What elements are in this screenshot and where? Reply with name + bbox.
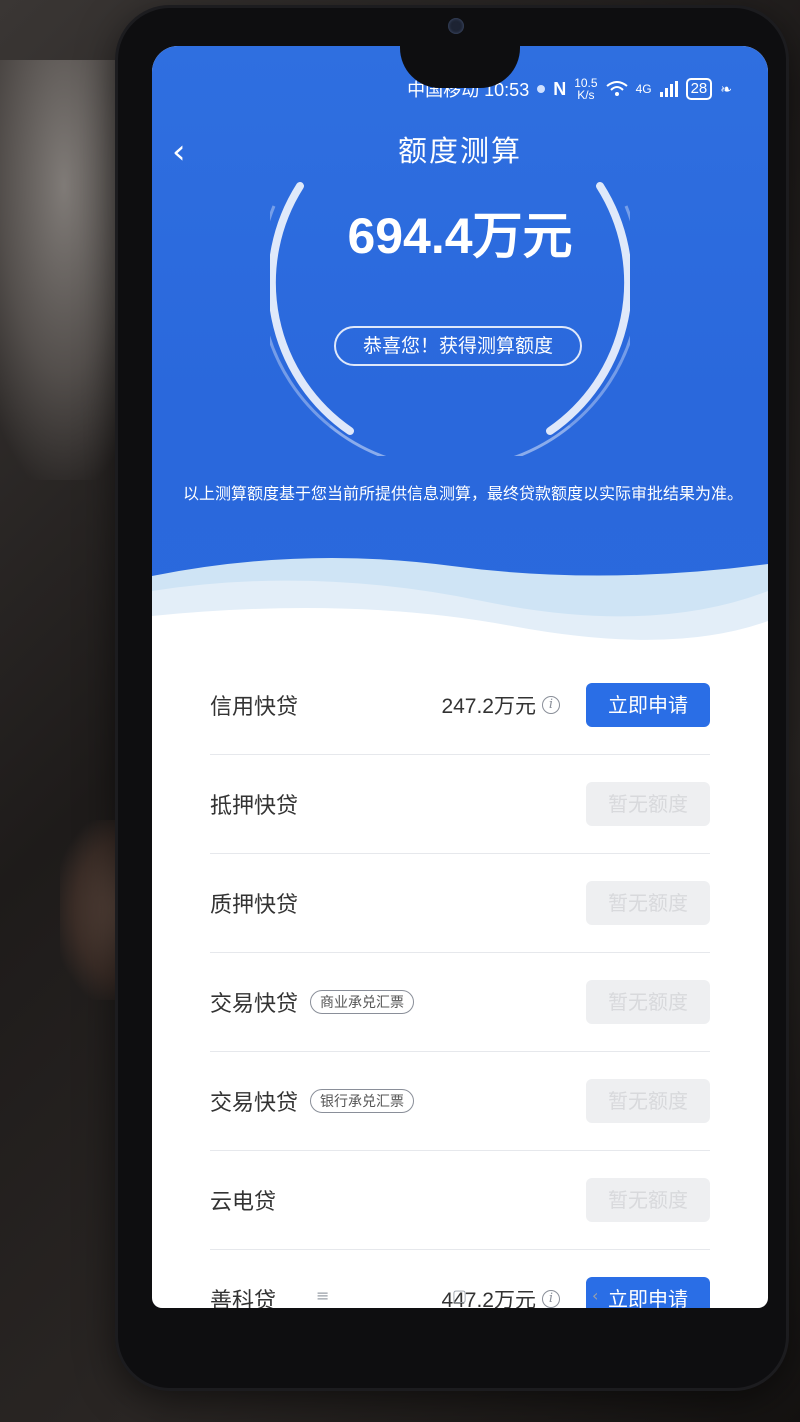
apply-button[interactable]: 立即申请 bbox=[586, 683, 710, 727]
notification-dot-icon bbox=[537, 85, 546, 93]
battery-indicator: 28 bbox=[685, 78, 713, 100]
product-row: 质押快贷 暂无额度 bbox=[210, 854, 710, 953]
estimated-amount: 694.4万元 bbox=[347, 208, 573, 264]
product-name: 抵押快贷 bbox=[210, 794, 299, 819]
back-nav-icon[interactable]: ‹ bbox=[592, 1286, 598, 1305]
wifi-icon bbox=[605, 81, 628, 96]
congrats-badge: 恭喜您！获得测算额度 bbox=[334, 326, 582, 366]
product-row: 信用快贷 247.2万元 i 立即申请 bbox=[210, 656, 710, 755]
product-list: 信用快贷 247.2万元 i 立即申请 抵押快贷 暂无额度 质押快贷 暂无额度 … bbox=[210, 656, 710, 1308]
wave-divider bbox=[152, 558, 768, 666]
menu-icon[interactable]: ≡ bbox=[316, 1286, 329, 1305]
no-quota-button: 暂无额度 bbox=[586, 881, 710, 925]
page-title: 额度测算 bbox=[397, 134, 522, 168]
phone-screen: 中国移动 10:53 N 10.5 K/s 4G 28 ❧ ‹ 额度测算 694… bbox=[152, 46, 768, 1308]
product-name: 交易快贷 bbox=[210, 1091, 299, 1116]
product-amount: 247.2万元 i bbox=[441, 690, 560, 720]
no-quota-button: 暂无额度 bbox=[586, 980, 710, 1024]
product-name: 云电贷 bbox=[210, 1190, 277, 1215]
no-quota-button: 暂无额度 bbox=[586, 1178, 710, 1222]
disclaimer-text: 以上测算额度基于您当前所提供信息测算，最终贷款额度以实际审批结果为准。 bbox=[182, 484, 743, 503]
network-type: 4G bbox=[635, 82, 652, 96]
nfc-icon: N bbox=[553, 78, 567, 99]
product-name: 交易快贷 bbox=[210, 992, 299, 1017]
home-icon[interactable]: ▢ bbox=[452, 1286, 467, 1305]
product-tag: 商业承兑汇票 bbox=[310, 990, 415, 1014]
product-name: 质押快贷 bbox=[210, 893, 299, 918]
info-icon[interactable]: i bbox=[542, 696, 560, 714]
product-row: 交易快贷 银行承兑汇票 暂无额度 bbox=[210, 1052, 710, 1151]
no-quota-button: 暂无额度 bbox=[586, 1079, 710, 1123]
front-camera bbox=[448, 18, 464, 34]
product-tag: 银行承兑汇票 bbox=[310, 1089, 415, 1113]
camera-notch bbox=[400, 40, 520, 88]
net-speed: 10.5 K/s bbox=[574, 76, 598, 102]
signal-icon bbox=[659, 81, 678, 97]
product-row: 抵押快贷 暂无额度 bbox=[210, 755, 710, 854]
leaf-icon: ❧ bbox=[720, 80, 732, 97]
product-name: 信用快贷 bbox=[210, 695, 299, 720]
product-row: 交易快贷 商业承兑汇票 暂无额度 bbox=[210, 953, 710, 1052]
system-nav-bar: ≡ ▢ ‹ bbox=[152, 1286, 768, 1308]
product-row: 云电贷 暂无额度 bbox=[210, 1151, 710, 1250]
no-quota-button: 暂无额度 bbox=[586, 782, 710, 826]
